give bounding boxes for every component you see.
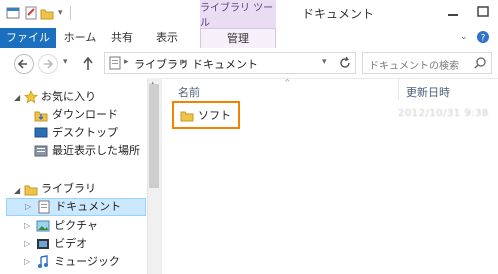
- documents-icon: [38, 200, 50, 214]
- expand-chevron-icon[interactable]: ▷: [24, 217, 30, 235]
- window-title: ドキュメント: [302, 7, 375, 21]
- expand-chevron-icon[interactable]: ▷: [24, 253, 30, 271]
- maximize-icon: [477, 6, 489, 17]
- file-row-software[interactable]: ソフト: [172, 101, 240, 129]
- back-arrow-icon: [17, 59, 27, 69]
- minimize-button[interactable]: [440, 2, 466, 22]
- nav-item-music[interactable]: ▷ ミュージック: [24, 253, 120, 271]
- nav-favorites[interactable]: お気に入り: [24, 88, 96, 106]
- back-button[interactable]: [14, 54, 34, 74]
- column-divider: [398, 78, 399, 100]
- nav-libraries[interactable]: ライブラリ: [24, 180, 96, 198]
- help-icon[interactable]: ?: [476, 30, 490, 47]
- search-icon: [473, 56, 487, 73]
- desktop-icon: [34, 127, 48, 138]
- nav-item-documents[interactable]: ▷ ドキュメント: [6, 198, 146, 216]
- maximize-button[interactable]: [470, 2, 496, 22]
- star-icon: [24, 90, 38, 104]
- file-modified-date: 2012/10/31 9:38: [398, 108, 489, 119]
- file-name: ソフト: [198, 109, 231, 122]
- sort-ascending-icon: ^: [284, 78, 291, 87]
- minimize-icon: [448, 14, 458, 16]
- refresh-icon: [340, 56, 350, 68]
- search-input[interactable]: ドキュメントの検索: [362, 52, 492, 74]
- column-header-name[interactable]: 名前: [178, 84, 200, 100]
- nav-item-label: ピクチャ: [54, 219, 99, 232]
- nav-item-pictures[interactable]: ▷ ピクチャ: [24, 217, 98, 235]
- recent-places-icon: [34, 145, 48, 157]
- tab-file[interactable]: ファイル: [0, 28, 56, 48]
- nav-item-desktop[interactable]: デスクトップ: [34, 124, 118, 142]
- svg-text:?: ?: [481, 34, 486, 44]
- qat-divider: [70, 6, 71, 20]
- nav-libraries-label: ライブラリ: [41, 182, 96, 195]
- column-header-modified[interactable]: 更新日時: [406, 84, 450, 100]
- address-history-icon[interactable]: ▾: [322, 57, 327, 67]
- breadcrumb-separator-icon: ▸: [124, 57, 129, 67]
- qat-customize-icon[interactable]: ▾: [58, 8, 63, 18]
- folder-icon: [180, 111, 194, 122]
- tab-share[interactable]: 共有: [108, 28, 136, 48]
- refresh-button[interactable]: [338, 55, 352, 74]
- music-icon: [38, 255, 49, 268]
- tab-view[interactable]: 表示: [152, 28, 182, 48]
- breadcrumb-documents[interactable]: ドキュメント: [192, 56, 258, 72]
- libraries-collapse-icon[interactable]: ◢: [14, 186, 20, 195]
- ribbon-expand-icon[interactable]: ⌄: [460, 32, 468, 42]
- search-placeholder: ドキュメントの検索: [369, 61, 459, 72]
- tab-manage[interactable]: 管理: [200, 28, 276, 48]
- nav-item-label: ドキュメント: [55, 200, 122, 213]
- nav-favorites-label: お気に入り: [41, 90, 96, 103]
- context-tab-library-tools: ライブラリ ツール: [200, 0, 276, 29]
- qat-properties-icon[interactable]: [24, 6, 38, 23]
- breadcrumb-separator-icon: ▸: [182, 57, 187, 67]
- expand-chevron-icon[interactable]: ▷: [25, 198, 31, 216]
- nav-item-videos[interactable]: ▷ ビデオ: [24, 235, 87, 253]
- nav-item-label: ミュージック: [54, 255, 120, 268]
- app-icon[interactable]: [6, 6, 20, 23]
- pictures-icon: [36, 220, 50, 232]
- up-button[interactable]: [80, 55, 96, 76]
- nav-item-label: ダウンロード: [52, 108, 118, 121]
- tab-home[interactable]: ホーム: [62, 28, 98, 48]
- library-doc-icon: [108, 56, 122, 73]
- nav-item-label: デスクトップ: [52, 126, 118, 139]
- scroll-thumb[interactable]: [149, 84, 159, 188]
- videos-icon: [37, 239, 50, 249]
- favorites-collapse-icon[interactable]: ◢: [14, 93, 20, 102]
- nav-item-downloads[interactable]: ダウンロード: [34, 106, 118, 124]
- nav-item-label: ビデオ: [54, 237, 88, 250]
- up-arrow-icon: [83, 56, 93, 70]
- recent-locations-icon[interactable]: ▾: [63, 57, 68, 67]
- expand-chevron-icon[interactable]: ▷: [24, 235, 30, 253]
- qat-new-folder-icon[interactable]: [40, 6, 54, 23]
- forward-arrow-icon: [44, 59, 54, 69]
- library-icon: [24, 185, 38, 196]
- nav-item-label: 最近表示した場所: [52, 144, 140, 157]
- nav-item-recent-places[interactable]: 最近表示した場所: [34, 142, 140, 160]
- forward-button[interactable]: [38, 54, 58, 74]
- breadcrumb-library[interactable]: ライブラリ: [134, 56, 189, 72]
- window-icon: [6, 7, 20, 19]
- download-icon: [34, 111, 48, 122]
